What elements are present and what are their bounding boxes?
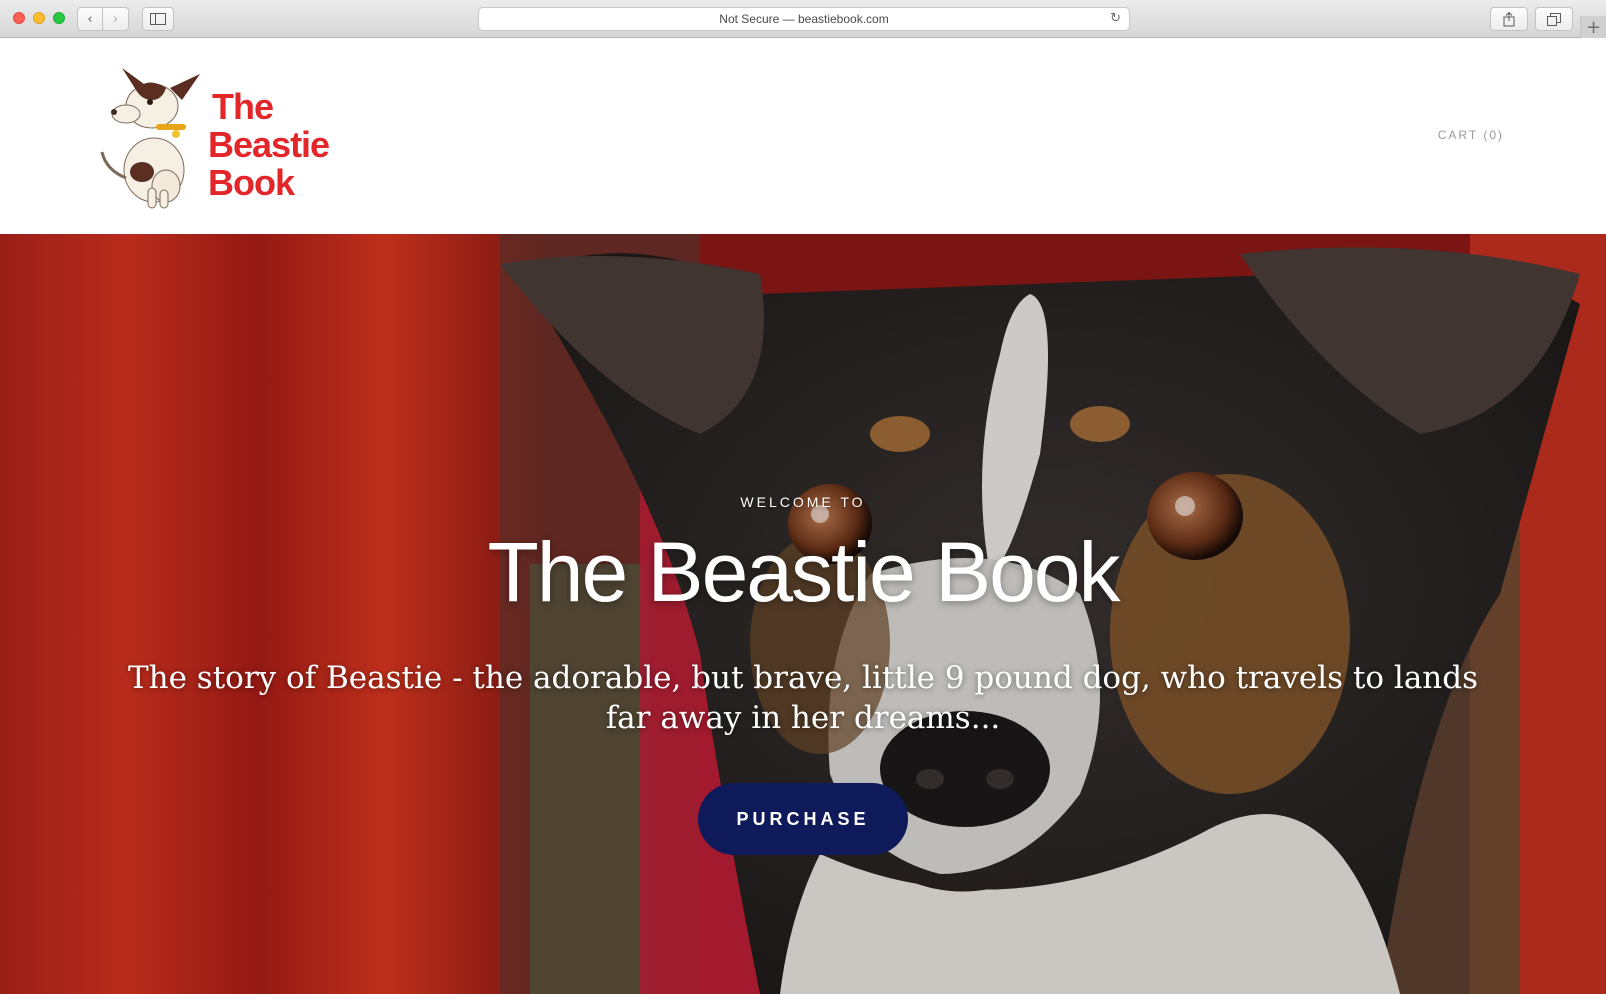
- logo-line-1: The: [212, 86, 274, 127]
- sidebar-icon: [150, 13, 166, 25]
- hero-section: WELCOME TO The Beastie Book The story of…: [0, 234, 1606, 994]
- browser-toolbar: ‹ › Not Secure — beastiebook.com ↻ +: [0, 0, 1606, 38]
- chevron-right-icon: ›: [112, 11, 119, 27]
- share-button[interactable]: [1490, 7, 1528, 31]
- hero-content: WELCOME TO The Beastie Book The story of…: [0, 234, 1606, 994]
- address-text: Not Secure — beastiebook.com: [719, 12, 889, 26]
- navigation-buttons: ‹ ›: [77, 7, 129, 31]
- address-bar[interactable]: Not Secure — beastiebook.com ↻: [478, 7, 1130, 31]
- minimize-window-button[interactable]: [33, 12, 45, 24]
- hero-eyebrow: WELCOME TO: [740, 494, 866, 510]
- back-button[interactable]: ‹: [77, 7, 103, 31]
- new-tab-button[interactable]: +: [1580, 16, 1606, 38]
- cart-link[interactable]: CART (0): [1438, 128, 1504, 142]
- hero-title: The Beastie Book: [487, 525, 1120, 619]
- site-logo[interactable]: The Beastie Book: [96, 60, 416, 210]
- plus-icon: +: [1585, 16, 1602, 38]
- zoom-window-button[interactable]: [53, 12, 65, 24]
- tabs-icon: [1547, 12, 1561, 26]
- close-window-button[interactable]: [13, 12, 25, 24]
- share-icon: [1503, 11, 1515, 26]
- site-header: The Beastie Book CART (0): [0, 38, 1606, 234]
- dog-mascot-icon: [100, 68, 200, 209]
- reload-icon[interactable]: ↻: [1110, 11, 1121, 26]
- logo-line-2: Beastie Book: [208, 124, 330, 203]
- hero-subtitle: The story of Beastie - the adorable, but…: [127, 660, 1479, 736]
- show-tabs-button[interactable]: [1535, 7, 1573, 31]
- forward-button[interactable]: ›: [103, 7, 129, 31]
- purchase-button[interactable]: PURCHASE: [698, 783, 908, 855]
- sidebar-toggle-button[interactable]: [142, 7, 174, 31]
- chevron-left-icon: ‹: [87, 11, 93, 27]
- logo-wordmark: The Beastie Book: [208, 88, 416, 202]
